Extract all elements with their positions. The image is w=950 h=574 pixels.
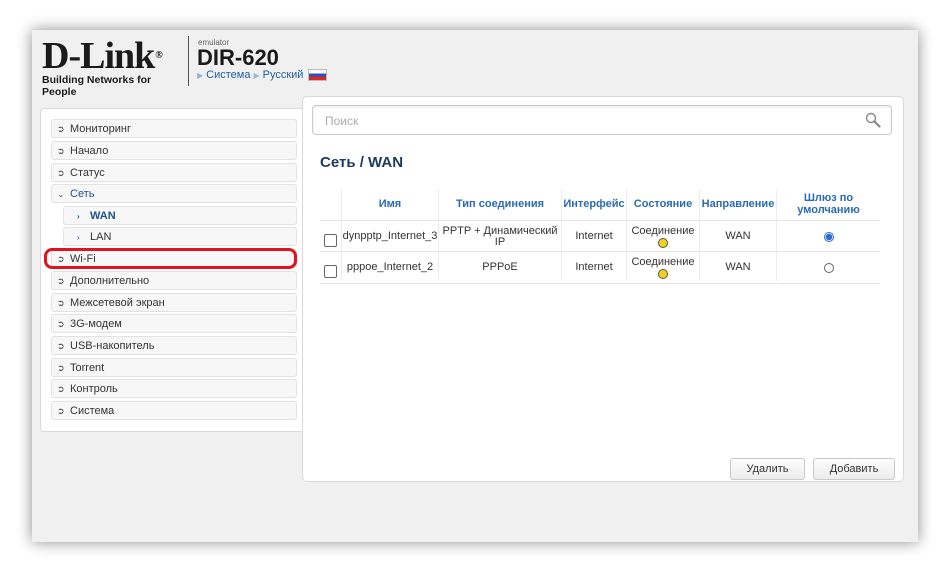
sidebar-item-network[interactable]: ⌄ Сеть <box>51 184 297 203</box>
main-panel: Сеть / WAN Имя Тип соединения Интерфейс … <box>302 96 904 482</box>
chevron-right-circle-icon: ➲ <box>57 363 65 373</box>
chevron-right-circle-icon: ➲ <box>57 384 65 394</box>
sidebar-item-monitoring[interactable]: ➲ Мониторинг <box>51 119 297 138</box>
connection-name: pppoe_Internet_2 <box>346 261 434 273</box>
sidebar-item-3g-modem[interactable]: ➲ 3G-модем <box>51 314 297 333</box>
sidebar-item-control[interactable]: ➲ Контроль <box>51 379 297 398</box>
sidebar-item-label: Torrent <box>70 362 105 374</box>
chevron-right-circle-icon: ➲ <box>57 276 65 286</box>
chevron-right-circle-icon: ➲ <box>57 298 65 308</box>
connection-interface: Internet <box>575 230 613 242</box>
sidebar-item-firewall[interactable]: ➲ Межсетевой экран <box>51 293 297 312</box>
table-row[interactable]: pppoe_Internet_2 PPPoE Internet Соединен… <box>320 251 880 284</box>
russian-flag-icon[interactable] <box>308 69 328 81</box>
sidebar-item-status[interactable]: ➲ Статус <box>51 163 297 182</box>
sidebar-item-label: Контроль <box>70 383 118 395</box>
sidebar-item-label: LAN <box>90 231 112 243</box>
device-model: DIR-620 <box>197 45 279 70</box>
column-header-connection-type: Тип соединения <box>455 198 545 210</box>
sidebar-item-start[interactable]: ➲ Начало <box>51 141 297 160</box>
page-title: Сеть / WAN <box>320 154 404 171</box>
logo-tagline: Building Networks for People <box>42 74 152 98</box>
connection-type: PPPoE <box>482 261 518 273</box>
logo-wordmark: D-Link <box>42 35 155 77</box>
chevron-right-circle-icon: ➲ <box>57 146 65 156</box>
sidebar-item-label: Начало <box>70 145 109 157</box>
chevron-down-circle-icon: ⌄ <box>57 189 65 199</box>
status-dot-icon <box>658 237 668 248</box>
sidebar-item-advanced[interactable]: ➲ Дополнительно <box>51 271 297 290</box>
column-header-state: Состояние <box>633 198 693 210</box>
sidebar-item-label: Дополнительно <box>70 275 150 287</box>
registered-mark-icon: ® <box>155 50 163 61</box>
search-box <box>312 105 892 136</box>
sidebar-item-label: Статус <box>70 167 105 179</box>
row-select-checkbox[interactable] <box>323 265 337 278</box>
wifi-highlight-annotation <box>44 248 297 269</box>
connection-state-cell: Соединение <box>627 221 699 252</box>
column-header-direction: Направление <box>701 198 775 210</box>
sidebar-item-label: Мониторинг <box>70 123 132 135</box>
connection-interface: Internet <box>575 261 613 273</box>
connection-direction: WAN <box>725 230 751 242</box>
default-gateway-radio[interactable] <box>823 262 834 273</box>
chevron-right-icon: › <box>77 212 80 221</box>
chevron-right-circle-icon: ➲ <box>57 124 65 134</box>
breadcrumb: ▶ Система ▶ Русский <box>197 69 328 81</box>
triangle-right-icon: ▶ <box>197 70 204 80</box>
header-divider <box>188 36 189 86</box>
breadcrumb-system-link[interactable]: Система <box>206 69 250 81</box>
sidebar-item-system[interactable]: ➲ Система <box>51 401 297 420</box>
connection-direction: WAN <box>725 261 751 273</box>
chevron-right-circle-icon: ➲ <box>57 406 65 416</box>
connection-state: Соединение <box>631 255 695 268</box>
sidebar-menu: ➲ Мониторинг ➲ Начало ➲ Статус ⌄ Сеть › WAN ›… <box>40 108 305 432</box>
delete-button[interactable]: Удалить <box>730 458 805 480</box>
sidebar-item-label: Сеть <box>70 188 95 200</box>
add-button[interactable]: Добавить <box>813 458 895 480</box>
sidebar-item-label: Система <box>70 405 115 417</box>
connection-name: dynpptp_Internet_3 <box>342 230 438 242</box>
connection-state: Соединение <box>631 224 695 237</box>
dlink-logo: D-Link® Building Networks for People <box>42 35 182 98</box>
row-select-cell <box>320 252 340 283</box>
sidebar-subitem-wan[interactable]: › WAN <box>63 206 297 225</box>
row-select-checkbox[interactable] <box>323 234 337 247</box>
status-dot-icon <box>658 268 668 279</box>
breadcrumb-language-link[interactable]: Русский <box>263 69 304 81</box>
default-gateway-cell <box>777 221 880 252</box>
default-gateway-cell <box>777 252 880 283</box>
connection-type: PPTP + Динамический IP <box>442 224 558 248</box>
sidebar-item-usb-storage[interactable]: ➲ USB-накопитель <box>51 336 297 355</box>
sidebar-item-label: USB-накопитель <box>70 340 155 352</box>
sidebar-item-torrent[interactable]: ➲ Torrent <box>51 358 297 377</box>
triangle-right-icon: ▶ <box>253 70 260 80</box>
chevron-right-icon: › <box>77 233 80 242</box>
search-input[interactable] <box>313 106 847 136</box>
sidebar-item-label: 3G-модем <box>70 318 122 330</box>
chevron-right-circle-icon: ➲ <box>57 341 65 351</box>
search-icon[interactable] <box>865 112 881 128</box>
table-row[interactable]: dynpptp_Internet_3 PPTP + Динамический I… <box>320 220 880 252</box>
chevron-right-circle-icon: ➲ <box>57 168 65 178</box>
row-select-cell <box>320 221 340 252</box>
column-header-default-gateway: Шлюз по умолчанию <box>797 192 860 216</box>
sidebar-item-label: Межсетевой экран <box>70 297 165 309</box>
column-header-interface: Интерфейс <box>563 198 625 210</box>
connection-state-cell: Соединение <box>627 252 699 283</box>
chevron-right-circle-icon: ➲ <box>57 319 65 329</box>
sidebar-item-label: WAN <box>90 210 116 222</box>
sidebar-subitem-lan[interactable]: › LAN <box>63 227 297 246</box>
column-header-name: Имя <box>378 198 402 210</box>
default-gateway-radio[interactable] <box>823 231 834 242</box>
